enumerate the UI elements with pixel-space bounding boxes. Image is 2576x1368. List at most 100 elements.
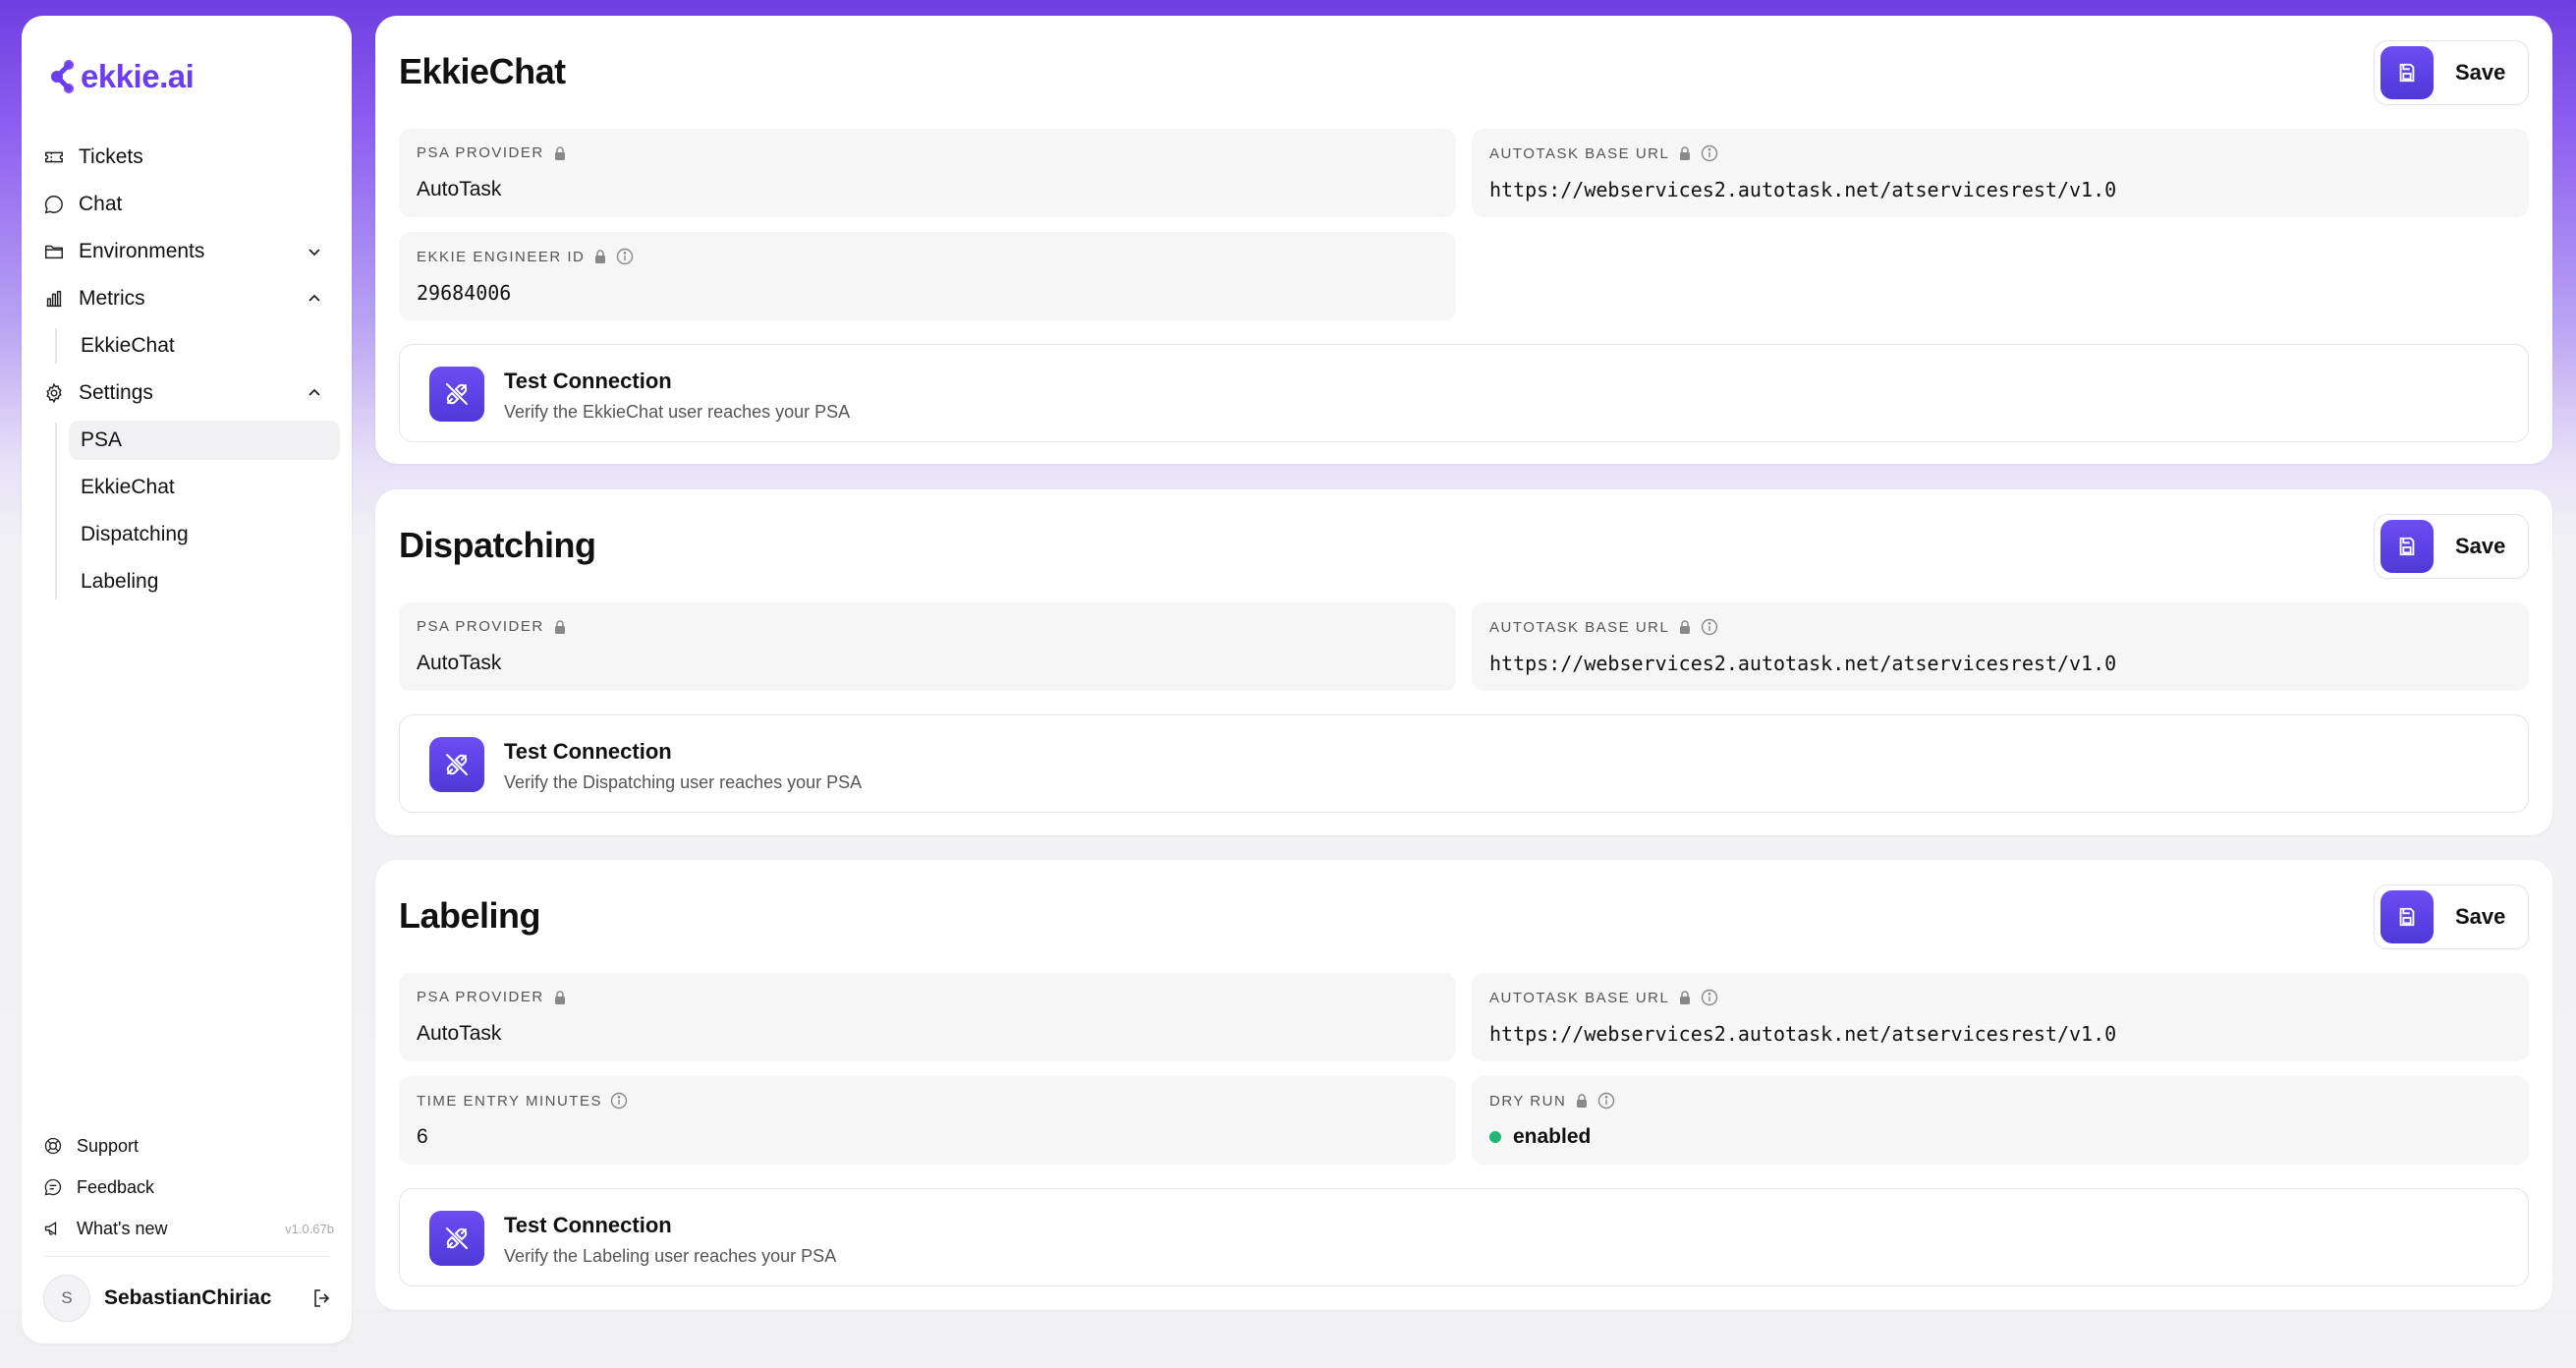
section-labeling: Labeling Save PSA PROVIDER AutoTask AUTO…: [375, 860, 2552, 1310]
chevron-down-icon[interactable]: [305, 242, 324, 261]
psa-provider-field: PSA PROVIDER AutoTask: [399, 602, 1456, 691]
info-icon[interactable]: [1701, 989, 1718, 1006]
sidebar-item-label: Dispatching: [81, 523, 189, 545]
sidebar-item-label: Metrics: [79, 287, 145, 310]
save-label: Save: [2455, 904, 2506, 929]
save-label: Save: [2455, 534, 2506, 558]
chevron-up-icon[interactable]: [305, 289, 324, 309]
test-connection-title: Test Connection: [504, 369, 672, 393]
dry-run-field: DRY RUN enabled: [1472, 1076, 2529, 1165]
sidebar-item-label: Settings: [79, 381, 153, 404]
sidebar-item-label: PSA: [81, 428, 123, 451]
floppy-disk-icon: [2380, 520, 2434, 573]
lock-icon: [595, 250, 606, 263]
sidebar-item-label: Labeling: [81, 570, 159, 593]
avatar[interactable]: S: [43, 1275, 90, 1322]
sidebar-item-environments[interactable]: Environments: [43, 232, 338, 271]
test-connection-button[interactable]: Test Connection Verify the EkkieChat use…: [399, 344, 2529, 442]
folder-icon: [45, 245, 63, 259]
plug-icon: [429, 367, 484, 422]
field-label: AUTOTASK BASE URL: [1489, 144, 1670, 162]
info-icon[interactable]: [610, 1092, 628, 1110]
field-label: PSA PROVIDER: [417, 618, 544, 635]
lock-icon: [554, 990, 565, 1004]
field-value: https://webservices2.autotask.net/atserv…: [1489, 652, 2117, 675]
autotask-base-url-field: AUTOTASK BASE URL https://webservices2.a…: [1472, 129, 2529, 217]
field-label: AUTOTASK BASE URL: [1489, 618, 1670, 636]
lifebuoy-icon: [44, 1137, 62, 1155]
field-label: PSA PROVIDER: [417, 144, 544, 161]
test-connection-subtitle: Verify the Labeling user reaches your PS…: [504, 1246, 837, 1266]
sidebar-item-label: Chat: [79, 193, 123, 215]
logo[interactable]: ekkie.ai: [49, 55, 195, 98]
field-label: EKKIE ENGINEER ID: [417, 248, 586, 265]
test-connection-button[interactable]: Test Connection Verify the Labeling user…: [399, 1188, 2529, 1286]
floppy-disk-icon: [2380, 46, 2434, 99]
save-button[interactable]: Save: [2374, 514, 2529, 579]
test-connection-button[interactable]: Test Connection Verify the Dispatching u…: [399, 714, 2529, 813]
message-icon: [44, 1178, 62, 1196]
sidebar: ekkie.ai Tickets Chat Environments Metri…: [22, 16, 352, 1343]
field-value: AutoTask: [417, 178, 502, 200]
sidebar-item-settings[interactable]: Settings: [43, 373, 338, 413]
ticket-icon: [45, 151, 63, 163]
field-value: https://webservices2.autotask.net/atserv…: [1489, 178, 2117, 201]
logout-icon[interactable]: [310, 1286, 334, 1310]
save-button[interactable]: Save: [2374, 40, 2529, 105]
sidebar-item-chat[interactable]: Chat: [43, 185, 338, 224]
info-icon[interactable]: [1597, 1092, 1615, 1110]
lock-icon: [554, 619, 565, 634]
ekkie-engineer-id-field: EKKIE ENGINEER ID 29684006: [399, 232, 1456, 320]
username: SebastianChiriac: [104, 1286, 272, 1309]
autotask-base-url-field: AUTOTASK BASE URL https://webservices2.a…: [1472, 973, 2529, 1061]
sidebar-item-label: Tickets: [79, 145, 143, 168]
ekkie-logo-icon: [51, 60, 74, 93]
sidebar-item-tickets[interactable]: Tickets: [43, 138, 338, 177]
sidebar-subitem-labeling[interactable]: Labeling: [69, 562, 340, 601]
sidebar-subitem-psa[interactable]: PSA: [69, 421, 340, 460]
psa-provider-field: PSA PROVIDER AutoTask: [399, 973, 1456, 1061]
info-icon[interactable]: [616, 248, 634, 265]
sidebar-subitem-dispatching[interactable]: Dispatching: [69, 515, 340, 554]
lock-icon: [1680, 620, 1691, 634]
section-title: Dispatching: [399, 525, 596, 565]
sidebar-item-metrics[interactable]: Metrics: [43, 279, 338, 318]
bar-chart-icon: [46, 290, 62, 308]
info-icon[interactable]: [1701, 144, 1718, 162]
support-label: Support: [77, 1135, 140, 1156]
test-connection-title: Test Connection: [504, 739, 672, 764]
lock-icon: [1680, 146, 1691, 160]
field-value: https://webservices2.autotask.net/atserv…: [1489, 1022, 2117, 1046]
megaphone-icon: [44, 1221, 57, 1236]
sidebar-item-label: EkkieChat: [81, 476, 175, 498]
sidebar-item-label: Environments: [79, 240, 205, 262]
support-link[interactable]: Support: [43, 1128, 338, 1164]
save-label: Save: [2455, 60, 2506, 85]
section-dispatching: Dispatching Save PSA PROVIDER AutoTask A…: [375, 489, 2552, 835]
sidebar-item-label: EkkieChat: [81, 334, 175, 357]
test-connection-subtitle: Verify the Dispatching user reaches your…: [504, 772, 863, 792]
autotask-base-url-field: AUTOTASK BASE URL https://webservices2.a…: [1472, 602, 2529, 691]
feedback-link[interactable]: Feedback: [43, 1169, 338, 1205]
version-label: v1.0.67b: [285, 1221, 334, 1236]
info-icon[interactable]: [1701, 618, 1718, 636]
sidebar-subitem-metrics-ekkiechat[interactable]: EkkieChat: [69, 326, 340, 366]
field-value: 29684006: [417, 281, 512, 305]
gear-icon: [46, 382, 62, 404]
sidebar-subitem-ekkiechat[interactable]: EkkieChat: [69, 468, 340, 507]
chevron-up-icon[interactable]: [305, 383, 324, 403]
chat-bubble-icon: [44, 196, 63, 214]
user-profile: S SebastianChiriac: [43, 1274, 338, 1323]
field-label: AUTOTASK BASE URL: [1489, 989, 1670, 1006]
dry-run-status: enabled: [1489, 1125, 1591, 1149]
whats-new-link[interactable]: What's new v1.0.67b: [43, 1211, 338, 1246]
feedback-label: Feedback: [77, 1176, 155, 1197]
whats-new-label: What's new: [77, 1218, 168, 1238]
section-title: EkkieChat: [399, 51, 566, 91]
status-dot-icon: [1489, 1131, 1501, 1143]
test-connection-subtitle: Verify the EkkieChat user reaches your P…: [504, 402, 851, 422]
field-value: AutoTask: [417, 652, 502, 674]
lock-icon: [1680, 991, 1691, 1004]
save-button[interactable]: Save: [2374, 884, 2529, 949]
field-label: DRY RUN: [1489, 1092, 1567, 1110]
